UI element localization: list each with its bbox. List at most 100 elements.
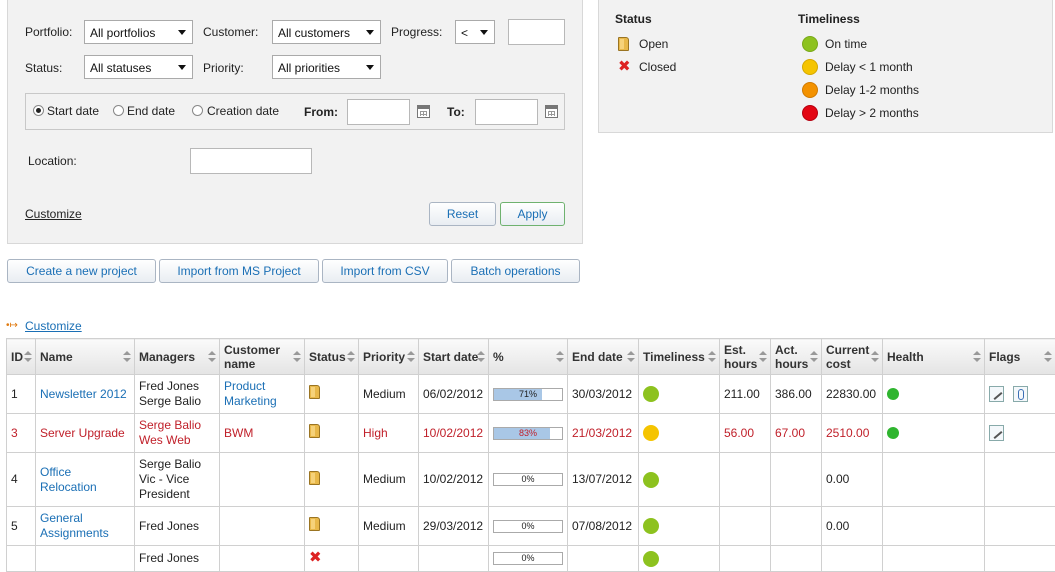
attachment-flag-icon[interactable]	[1013, 386, 1028, 402]
sort-icon[interactable]	[810, 351, 818, 363]
legend-delay-1-label: Delay < 1 month	[825, 60, 913, 74]
sort-icon[interactable]	[627, 351, 635, 363]
col-header-health[interactable]: Health	[883, 339, 985, 375]
col-header-end-date[interactable]: End date	[568, 339, 639, 375]
col-header-end-label: End date	[572, 350, 623, 364]
customer-label: Customer:	[203, 25, 258, 39]
sort-icon[interactable]	[477, 351, 485, 363]
sort-icon[interactable]	[973, 351, 981, 363]
sort-icon[interactable]	[24, 351, 32, 363]
col-header-current-cost[interactable]: Current cost	[822, 339, 883, 375]
sort-icon[interactable]	[208, 351, 216, 363]
batch-operations-button[interactable]: Batch operations	[451, 259, 580, 283]
calendar-icon[interactable]	[417, 105, 430, 118]
sort-icon[interactable]	[1044, 351, 1052, 363]
cell-customer[interactable]: Product Marketing	[220, 375, 305, 414]
col-header-percent[interactable]: %	[489, 339, 568, 375]
manager-name: Serge Balio	[139, 418, 215, 433]
cell-name[interactable]: Office Relocation	[36, 453, 135, 507]
note-flag-icon[interactable]	[989, 386, 1004, 402]
apply-button[interactable]: Apply	[500, 202, 565, 226]
calendar-icon[interactable]	[545, 105, 558, 118]
create-project-button[interactable]: Create a new project	[7, 259, 156, 283]
from-date-input[interactable]	[347, 99, 410, 125]
sort-icon[interactable]	[556, 351, 564, 363]
sort-icon[interactable]	[871, 351, 879, 363]
table-row[interactable]: Fred Jones✖0%	[7, 546, 1055, 572]
table-row[interactable]: 4Office RelocationSerge BalioVic - Vice …	[7, 453, 1055, 507]
radio-end-date[interactable]	[113, 105, 124, 116]
col-header-timeliness[interactable]: Timeliness	[639, 339, 720, 375]
col-header-flags[interactable]: Flags	[985, 339, 1055, 375]
project-name-link[interactable]: Server Upgrade	[40, 426, 125, 440]
delay-2-months-dot-icon	[802, 105, 818, 121]
radio-creation-date[interactable]	[192, 105, 203, 116]
col-header-start-date[interactable]: Start date	[419, 339, 489, 375]
cell-managers: Fred Jones	[135, 546, 220, 572]
cell-name[interactable]: General Assignments	[36, 507, 135, 546]
progress-bar: 0%	[493, 473, 563, 486]
cell-health	[883, 375, 985, 414]
portfolio-select[interactable]: All portfolios	[84, 20, 193, 44]
portfolio-label: Portfolio:	[25, 25, 72, 39]
sort-icon[interactable]	[293, 351, 301, 363]
import-csv-button[interactable]: Import from CSV	[322, 259, 448, 283]
cell-name[interactable]: Newsletter 2012	[36, 375, 135, 414]
progress-bar-label: 0%	[521, 521, 534, 531]
col-header-priority[interactable]: Priority	[359, 339, 419, 375]
table-row[interactable]: 3Server UpgradeSerge BalioWes WebBWMHigh…	[7, 414, 1055, 453]
note-flag-icon[interactable]	[989, 425, 1004, 441]
sort-icon[interactable]	[347, 351, 355, 363]
timeliness-dot-icon	[643, 551, 659, 567]
col-header-act-hours[interactable]: Act. hours	[771, 339, 822, 375]
table-customize-link[interactable]: Customize	[25, 319, 82, 333]
import-ms-project-button[interactable]: Import from MS Project	[159, 259, 319, 283]
table-row[interactable]: 5General AssignmentsFred JonesMedium29/0…	[7, 507, 1055, 546]
to-date-input[interactable]	[475, 99, 538, 125]
sort-icon[interactable]	[759, 351, 767, 363]
col-header-name[interactable]: Name	[36, 339, 135, 375]
priority-select[interactable]: All priorities	[272, 55, 381, 79]
col-header-start-label: Start date	[423, 350, 478, 364]
customer-link[interactable]: Product Marketing	[224, 379, 277, 408]
table-row[interactable]: 1Newsletter 2012Fred JonesSerge BalioPro…	[7, 375, 1055, 414]
cell-name[interactable]: Server Upgrade	[36, 414, 135, 453]
projects-table: ID Name Managers Customer name Status Pr…	[6, 338, 1055, 572]
progress-input[interactable]	[508, 19, 565, 45]
col-header-status[interactable]: Status	[305, 339, 359, 375]
cell-customer[interactable]	[220, 507, 305, 546]
location-input[interactable]	[190, 148, 312, 174]
col-header-managers[interactable]: Managers	[135, 339, 220, 375]
cell-priority: High	[359, 414, 419, 453]
col-header-id[interactable]: ID	[7, 339, 36, 375]
project-name-link[interactable]: Newsletter 2012	[40, 387, 127, 401]
filter-customize-link[interactable]: Customize	[25, 207, 82, 221]
cell-health	[883, 546, 985, 572]
sort-icon[interactable]	[407, 351, 415, 363]
column-arrange-icon: •↦	[6, 320, 18, 331]
reset-button[interactable]: Reset	[429, 202, 496, 226]
health-dot-icon	[887, 427, 899, 439]
sort-icon[interactable]	[123, 351, 131, 363]
status-select[interactable]: All statuses	[84, 55, 193, 79]
cell-name[interactable]	[36, 546, 135, 572]
project-name-link[interactable]: Office Relocation	[40, 465, 97, 494]
col-header-customer[interactable]: Customer name	[220, 339, 305, 375]
folder-icon	[309, 517, 320, 531]
act-hours-value: 386.00	[775, 387, 812, 401]
radio-creation-date-label: Creation date	[207, 104, 279, 118]
project-name-link[interactable]: General Assignments	[40, 511, 109, 540]
cell-customer[interactable]	[220, 453, 305, 507]
col-header-est-hours[interactable]: Est. hours	[720, 339, 771, 375]
cell-customer[interactable]: BWM	[220, 414, 305, 453]
legend-timeliness-heading: Timeliness	[798, 12, 860, 26]
cell-start-date: 29/03/2012	[419, 507, 489, 546]
sort-icon[interactable]	[708, 351, 716, 363]
radio-start-date[interactable]	[33, 105, 44, 116]
health-dot-icon	[887, 388, 899, 400]
customer-select[interactable]: All customers	[272, 20, 381, 44]
cell-customer[interactable]	[220, 546, 305, 572]
project-id: 4	[11, 472, 18, 486]
customer-link[interactable]: BWM	[224, 426, 253, 440]
progress-operator-select[interactable]: <	[455, 20, 495, 44]
